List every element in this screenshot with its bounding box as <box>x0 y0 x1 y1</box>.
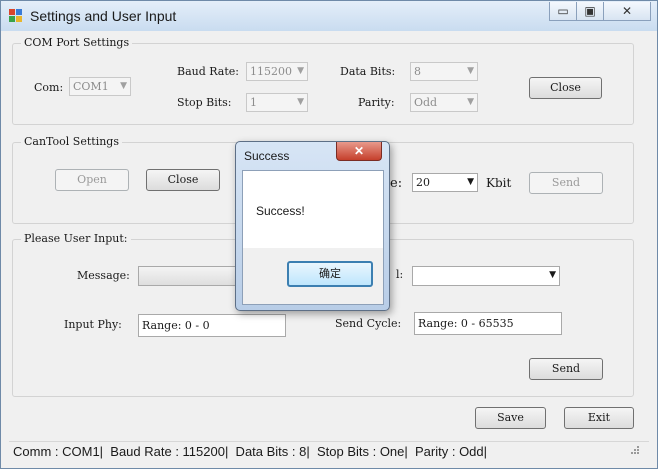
dialog-body: Success! 确定 <box>242 170 384 305</box>
chevron-down-icon: ▼ <box>120 81 127 91</box>
data-bits-label: Data Bits: <box>340 65 396 78</box>
send-cycle-label: Send Cycle: <box>335 317 402 330</box>
message-select[interactable] <box>138 266 248 286</box>
com-close-button[interactable]: Close <box>529 77 602 99</box>
baud-rate-value: 115200 <box>250 65 292 78</box>
dialog-ok-button[interactable]: 确定 <box>287 261 373 287</box>
close-icon: ✕ <box>621 4 633 18</box>
chevron-down-icon: ▼ <box>297 97 304 107</box>
input-phy-field[interactable]: Range: 0 - 0 <box>138 314 286 337</box>
send-cycle-field[interactable]: Range: 0 - 65535 <box>414 312 562 335</box>
cantool-group-title: CanTool Settings <box>21 135 122 148</box>
com-port-group: COM Port Settings Com: COM1 ▼ Baud Rate:… <box>12 36 634 125</box>
signal-label-partial: l: <box>396 268 404 281</box>
minimize-button[interactable]: ▭ <box>549 2 577 21</box>
title-bar[interactable]: Settings and User Input ▭ ▣ ✕ <box>1 1 657 31</box>
data-bits-value: 8 <box>414 65 421 78</box>
baud-rate-select[interactable]: 115200 ▼ <box>246 62 308 81</box>
data-bits-select[interactable]: 8 ▼ <box>410 62 478 81</box>
stop-bits-label: Stop Bits: <box>177 96 232 109</box>
window-title: Settings and User Input <box>30 8 177 24</box>
resize-grip-icon[interactable] <box>629 444 639 454</box>
com-port-group-title: COM Port Settings <box>21 36 133 49</box>
stop-bits-select[interactable]: 1 ▼ <box>246 93 308 112</box>
dialog-title: Success <box>244 149 290 163</box>
app-icon <box>9 9 22 22</box>
cantool-close-button[interactable]: Close <box>146 169 220 191</box>
maximize-button[interactable]: ▣ <box>576 2 604 21</box>
exit-button[interactable]: Exit <box>564 407 634 429</box>
parity-select[interactable]: Odd ▼ <box>410 93 478 112</box>
can-rate-value: 20 <box>416 176 430 189</box>
user-input-group-title: Please User Input: <box>21 232 131 245</box>
input-phy-label: Input Phy: <box>64 318 122 331</box>
user-input-send-button[interactable]: Send <box>529 358 603 380</box>
cantool-send-button[interactable]: Send <box>529 172 603 194</box>
status-bar: Comm : COM1| Baud Rate : 115200| Data Bi… <box>9 441 649 462</box>
message-label: Message: <box>77 269 130 282</box>
baud-rate-label-partial: e: <box>390 176 403 191</box>
com-label: Com: <box>34 81 64 94</box>
parity-value: Odd <box>414 96 438 109</box>
com-select-value: COM1 <box>73 80 109 93</box>
parity-label: Parity: <box>358 96 395 109</box>
can-rate-select[interactable]: 20 ▼ <box>412 173 478 192</box>
chevron-down-icon: ▼ <box>297 66 304 76</box>
success-dialog: Success ✕ Success! 确定 <box>235 141 390 311</box>
cantool-open-button[interactable]: Open <box>55 169 129 191</box>
kbit-unit-label: Kbit <box>486 176 512 190</box>
baud-rate-label: Baud Rate: <box>177 65 239 78</box>
com-select[interactable]: COM1 ▼ <box>69 77 131 96</box>
status-text: Comm : COM1| Baud Rate : 115200| Data Bi… <box>13 444 488 459</box>
save-button[interactable]: Save <box>475 407 546 429</box>
minimize-icon: ▭ <box>557 4 569 18</box>
stop-bits-value: 1 <box>250 96 257 109</box>
chevron-down-icon: ▼ <box>467 97 474 107</box>
window-close-button[interactable]: ✕ <box>603 2 651 21</box>
chevron-down-icon: ▼ <box>467 177 474 187</box>
dialog-footer: 确定 <box>243 248 383 304</box>
chevron-down-icon: ▼ <box>549 270 556 280</box>
maximize-icon: ▣ <box>584 4 596 18</box>
dialog-message: Success! <box>256 204 305 218</box>
signal-select[interactable]: ▼ <box>412 266 560 286</box>
close-icon: ✕ <box>353 144 365 158</box>
dialog-close-button[interactable]: ✕ <box>336 142 382 161</box>
chevron-down-icon: ▼ <box>467 66 474 76</box>
